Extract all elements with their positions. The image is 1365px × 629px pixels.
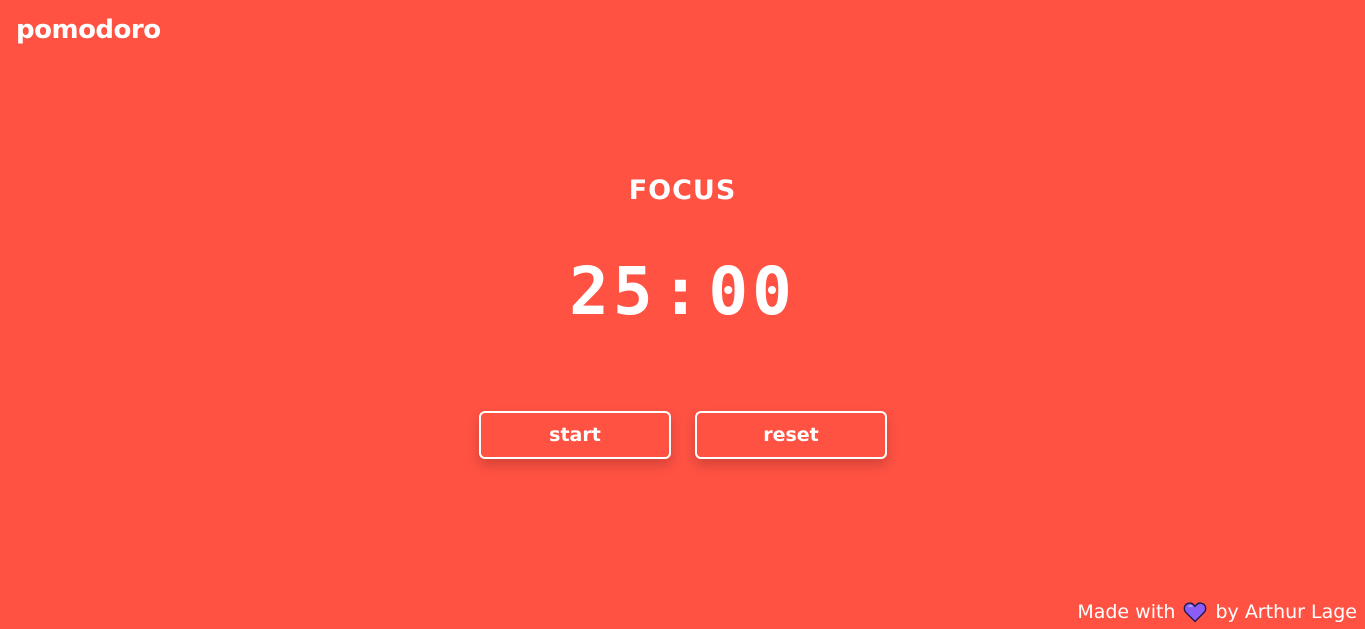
footer-credit: Made with by Arthur Lage <box>1077 599 1357 625</box>
reset-button[interactable]: reset <box>695 411 887 459</box>
footer-suffix: by Arthur Lage <box>1215 601 1357 623</box>
timer-seconds: 00 <box>708 253 796 330</box>
timer-separator: : <box>660 253 705 330</box>
timer-controls: start reset <box>479 411 887 459</box>
timer-minutes: 25 <box>569 253 657 330</box>
timer-mode-label: FOCUS <box>628 175 737 206</box>
app-title: pomodoro <box>16 15 161 45</box>
heart-icon <box>1183 601 1207 623</box>
footer-prefix: Made with <box>1077 601 1176 623</box>
start-button[interactable]: start <box>479 411 671 459</box>
timer-display: 25:00 <box>0 250 1365 334</box>
